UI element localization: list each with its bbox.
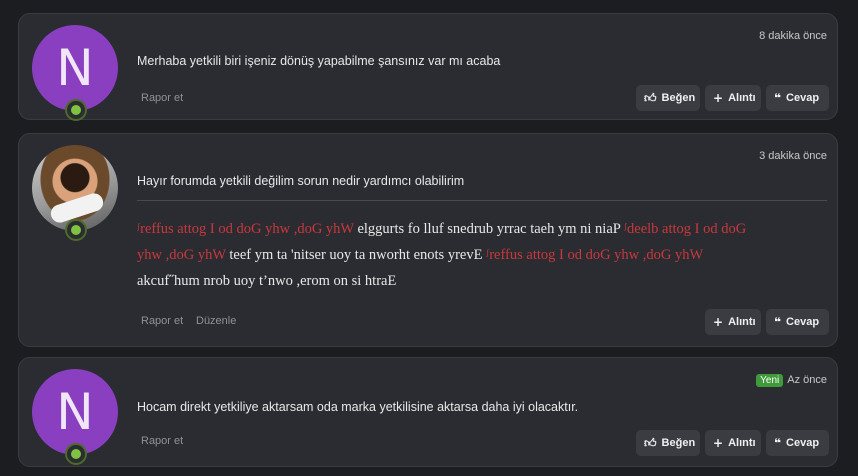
like-label: Beğen (661, 92, 696, 104)
post-message: Hocam direkt yetkiliye aktarsam oda mark… (137, 400, 579, 414)
post-2: 3 dakika önce Hayır forumda yetkili deği… (18, 133, 838, 347)
post-message: Hayır forumda yetkili değilim sorun nedi… (137, 174, 465, 188)
report-link[interactable]: Rapor et (141, 92, 183, 104)
like-button[interactable]: 👍︎ Beğen (636, 430, 700, 456)
online-status-icon (65, 219, 87, 241)
quote-button[interactable]: + Alıntı (705, 309, 761, 335)
quote-icon: ❝ (774, 315, 782, 329)
report-link[interactable]: Rapor et (141, 435, 183, 447)
post-message: Merhaba yetkili biri işeniz dönüş yapabi… (137, 54, 501, 68)
post-time[interactable]: 8 dakika önce (759, 30, 827, 42)
like-label: Beğen (661, 437, 696, 449)
quote-icon: ❝ (774, 91, 782, 105)
reply-button[interactable]: ❝ Cevap (766, 309, 829, 335)
thumbs-up-icon: 👍︎ (644, 90, 657, 105)
like-button[interactable]: 👍︎ Beğen (636, 85, 700, 111)
reply-label: Cevap (786, 437, 820, 449)
online-status-icon (65, 99, 87, 121)
signature-divider (137, 200, 827, 201)
post-1: N 8 dakika önce Merhaba yetkili biri işe… (18, 13, 838, 121)
post-time[interactable]: 3 dakika önce (759, 150, 827, 162)
signature-line-2: yhw ,doG yhW teef ym ta 'nitser uoy ta n… (137, 247, 704, 263)
quote-icon: ❝ (774, 436, 782, 450)
quote-button[interactable]: + Alıntı (705, 430, 761, 456)
quote-label: Alıntı (728, 437, 756, 449)
plus-icon: + (713, 91, 724, 105)
quote-label: Alıntı (728, 316, 756, 328)
reply-label: Cevap (786, 92, 820, 104)
signature-line-3: akcuf˝hum nrob uoy t’nwo ,erom on si htr… (137, 273, 397, 289)
quote-button[interactable]: + Alıntı (705, 85, 761, 111)
post-time-text: Az önce (787, 374, 827, 386)
quote-label: Alıntı (728, 92, 756, 104)
post-3: N Yeni Az önce Hocam direkt yetkiliye akt… (18, 357, 838, 467)
new-badge: Yeni (756, 374, 784, 387)
plus-icon: + (713, 436, 724, 450)
reply-button[interactable]: ❝ Cevap (766, 85, 829, 111)
online-status-icon (65, 443, 87, 465)
thumbs-up-icon: 👍︎ (644, 435, 657, 450)
plus-icon: + (713, 315, 724, 329)
edit-link[interactable]: Düzenle (196, 315, 236, 327)
signature-line-1: ᶴreffus attog I od doG yhw ,doG yhW elgg… (137, 221, 747, 237)
post-time[interactable]: Yeni Az önce (756, 374, 827, 387)
reply-label: Cevap (786, 316, 820, 328)
report-link[interactable]: Rapor et (141, 315, 183, 327)
signature: ᶴreffus attog I od doG yhw ,doG yhW elgg… (137, 216, 837, 294)
reply-button[interactable]: ❝ Cevap (766, 430, 829, 456)
